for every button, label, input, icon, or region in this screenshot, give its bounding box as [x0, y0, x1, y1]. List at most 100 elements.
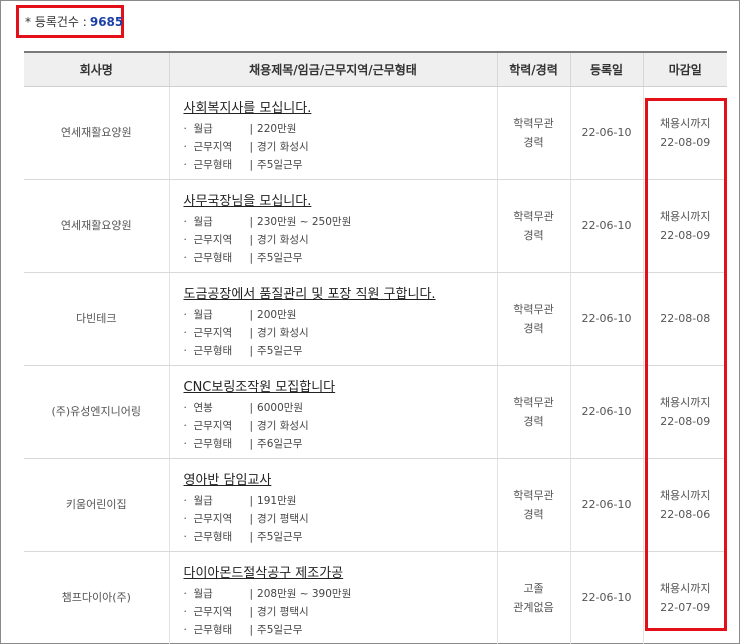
detail-key: 근무지역 [184, 138, 250, 156]
detail-value: 200만원 [257, 308, 297, 321]
detail-separator: | [249, 512, 254, 525]
deadline-line: 22-07-09 [660, 600, 711, 614]
registration-date: 22-06-10 [569, 179, 643, 273]
detail-value: 주5일근무 [257, 158, 303, 171]
detail-separator: | [249, 233, 254, 246]
deadline-line: 채용시까지 [659, 488, 711, 502]
deadline-line: 22-08-06 [660, 507, 711, 521]
detail-separator: | [249, 587, 254, 600]
registration-date: 22-06-10 [569, 86, 643, 180]
education-experience: 학력무관경력 [496, 272, 570, 366]
table-row: 연세재활요양원 사회복지사를 모십니다. 월급|220만원근무지역|경기 화성시… [24, 86, 727, 180]
job-details: 연봉|6000만원근무지역|경기 화성시근무형태|주6일근무 [184, 399, 497, 453]
header-registered: 등록일 [569, 51, 643, 87]
job-info-cell: 사회복지사를 모십니다. 월급|220만원근무지역|경기 화성시근무형태|주5일… [168, 86, 497, 180]
job-details: 월급|191만원근무지역|경기 평택시근무형태|주5일근무 [184, 492, 497, 546]
registration-count-value: 9685 [89, 14, 124, 29]
detail-separator: | [249, 605, 254, 618]
detail-key: 월급 [184, 120, 250, 138]
detail-separator: | [249, 344, 254, 357]
detail-separator: | [249, 437, 254, 450]
detail-value: 230만원 ~ 250만원 [257, 215, 352, 228]
registration-count-box: * 등록건수 : 9685 [16, 5, 124, 38]
job-details: 월급|220만원근무지역|경기 화성시근무형태|주5일근무 [184, 120, 497, 174]
education-experience: 학력무관 경력 [496, 179, 570, 273]
education-experience: 고졸 관계없음 [496, 551, 570, 644]
education-line: 경력 [523, 507, 544, 521]
job-details: 월급|208만원 ~ 390만원근무지역|경기 평택시근무형태|주5일근무 [184, 585, 497, 639]
deadline-line: 채용시까지 [659, 116, 711, 130]
education-line: 학력무관 [513, 116, 554, 130]
detail-line: 근무형태|주5일근무 [184, 156, 497, 174]
detail-value: 주6일근무 [257, 437, 303, 450]
detail-separator: | [249, 419, 254, 432]
job-title-link[interactable]: CNC보링조작원 모집합니다 [184, 378, 497, 398]
detail-separator: | [249, 140, 254, 153]
detail-key: 근무지역 [184, 231, 250, 249]
education-line: 경력 [523, 321, 544, 335]
job-details: 월급|230만원 ~ 250만원근무지역|경기 화성시근무형태|주5일근무 [184, 213, 497, 267]
detail-key: 근무형태 [184, 621, 250, 639]
table-row: 챔프다이아(주) 다이아몬드절삭공구 제조가공 월급|208만원 ~ 390만원… [24, 551, 727, 644]
detail-key: 근무지역 [184, 603, 250, 621]
detail-value: 주5일근무 [257, 251, 303, 264]
detail-value: 6000만원 [257, 401, 304, 414]
detail-key: 근무형태 [184, 156, 250, 174]
detail-value: 경기 화성시 [257, 233, 309, 246]
education-line: 학력무관 [513, 395, 554, 409]
detail-value: 주5일근무 [257, 623, 303, 636]
education-experience: 학력무관 경력 [496, 365, 570, 459]
detail-line: 근무형태|주5일근무 [184, 249, 497, 267]
education-experience: 학력무관 경력 [496, 86, 570, 180]
detail-line: 근무형태|주5일근무 [184, 621, 497, 639]
registration-count-label: * 등록건수 : [25, 15, 87, 29]
company-name: 챔프다이아(주) [24, 551, 169, 644]
job-info-cell: 사무국장님을 모십니다. 월급|230만원 ~ 250만원근무지역|경기 화성시… [168, 179, 497, 273]
detail-key: 근무지역 [184, 510, 250, 528]
header-education: 학력/경력 [496, 51, 570, 87]
deadline-date: 채용시까지 22-08-09 [642, 86, 727, 180]
job-details: 월급|200만원근무지역|경기 화성시근무형태|주5일근무 [184, 306, 497, 360]
detail-value: 주5일근무 [257, 530, 303, 543]
deadline-line: 22-08-09 [660, 414, 711, 428]
deadline-line: 채용시까지 [659, 581, 711, 595]
detail-value: 208만원 ~ 390만원 [257, 587, 352, 600]
education-line: 학력무관 [513, 209, 554, 223]
detail-separator: | [249, 251, 254, 264]
deadline-line: 채용시까지 [659, 395, 711, 409]
registration-date: 22-06-10 [569, 365, 643, 459]
company-name: 다빈테크 [24, 272, 169, 366]
detail-line: 근무지역|경기 화성시 [184, 231, 497, 249]
job-title-link[interactable]: 도금공장에서 품질관리 및 포장 직원 구합니다. [184, 285, 497, 305]
detail-key: 근무지역 [184, 417, 250, 435]
company-name: (주)유성엔지니어링 [24, 365, 169, 459]
job-title-link[interactable]: 영아반 담임교사 [184, 471, 497, 491]
detail-key: 월급 [184, 306, 250, 324]
detail-separator: | [249, 308, 254, 321]
detail-line: 근무지역|경기 평택시 [184, 603, 497, 621]
detail-line: 월급|208만원 ~ 390만원 [184, 585, 497, 603]
detail-line: 근무지역|경기 화성시 [184, 417, 497, 435]
job-listing-table: 회사명 채용제목/임금/근무지역/근무형태 학력/경력 등록일 마감일 연세재활… [24, 51, 727, 644]
detail-separator: | [249, 122, 254, 135]
detail-line: 월급|220만원 [184, 120, 497, 138]
education-line: 학력무관 [513, 302, 554, 316]
detail-key: 월급 [184, 585, 250, 603]
deadline-line: 22-08-08 [660, 312, 711, 325]
education-experience: 학력무관 경력 [496, 458, 570, 552]
detail-key: 월급 [184, 492, 250, 510]
job-title-link[interactable]: 사회복지사를 모십니다. [184, 99, 497, 119]
deadline-date: 채용시까지 22-08-06 [642, 458, 727, 552]
detail-key: 근무형태 [184, 342, 250, 360]
detail-key: 근무지역 [184, 324, 250, 342]
deadline-date: 22-08-08 [642, 272, 727, 366]
detail-line: 근무형태|주5일근무 [184, 528, 497, 546]
job-title-link[interactable]: 사무국장님을 모십니다. [184, 192, 497, 212]
detail-line: 월급|230만원 ~ 250만원 [184, 213, 497, 231]
detail-key: 연봉 [184, 399, 250, 417]
detail-separator: | [249, 623, 254, 636]
job-title-link[interactable]: 다이아몬드절삭공구 제조가공 [184, 564, 497, 584]
header-company: 회사명 [24, 51, 169, 87]
deadline-date: 채용시까지 22-07-09 [642, 551, 727, 644]
header-deadline: 마감일 [642, 51, 727, 87]
